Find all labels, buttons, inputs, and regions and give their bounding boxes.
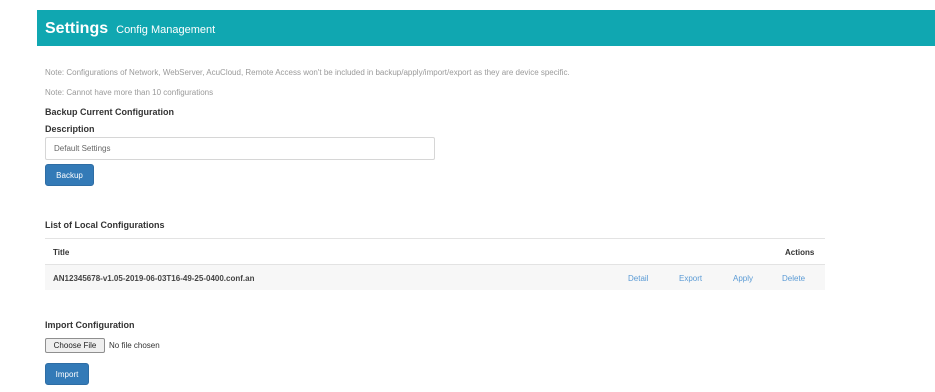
import-heading: Import Configuration <box>45 320 135 330</box>
page-header: Settings Config Management <box>37 10 935 46</box>
description-input[interactable] <box>45 137 435 160</box>
backup-heading: Backup Current Configuration <box>45 107 175 117</box>
table-header: Title Actions <box>45 239 825 265</box>
apply-link[interactable]: Apply <box>733 274 753 283</box>
device-specific-note: Note: Configurations of Network, WebServ… <box>45 68 570 77</box>
page-subtitle: Config Management <box>116 24 216 36</box>
table-row: AN12345678-v1.05-2019-06-03T16-49-25-040… <box>45 265 825 290</box>
detail-link[interactable]: Detail <box>628 274 648 283</box>
local-configs-heading: List of Local Configurations <box>45 220 165 230</box>
choose-file-button[interactable]: Choose File <box>45 338 105 353</box>
config-limit-note: Note: Cannot have more than 10 configura… <box>45 88 214 97</box>
export-link[interactable]: Export <box>679 274 702 283</box>
page-title: Settings <box>45 20 109 37</box>
column-actions: Actions <box>785 248 815 257</box>
config-file-title: AN12345678-v1.05-2019-06-03T16-49-25-040… <box>53 274 255 283</box>
delete-link[interactable]: Delete <box>782 274 805 283</box>
description-label: Description <box>45 124 95 134</box>
file-status: No file chosen <box>109 341 160 350</box>
local-configs-table: Title Actions AN12345678-v1.05-2019-06-0… <box>45 238 825 290</box>
backup-button[interactable]: Backup <box>45 164 94 186</box>
import-button[interactable]: Import <box>45 363 89 385</box>
column-title: Title <box>53 248 70 257</box>
